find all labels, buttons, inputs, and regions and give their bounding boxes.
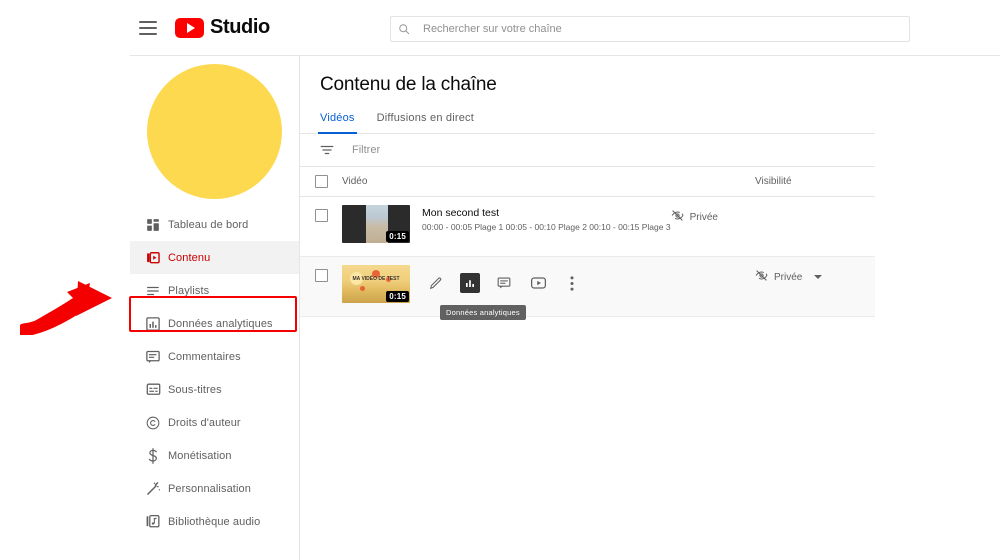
tab-label: Vidéos bbox=[320, 112, 355, 124]
video-title[interactable]: Mon second test bbox=[422, 207, 671, 219]
thumbnail-image bbox=[366, 205, 388, 243]
tab-videos[interactable]: Vidéos bbox=[318, 112, 357, 134]
tab-label: Diffusions en direct bbox=[376, 112, 474, 124]
sidebar-item-monetisation[interactable]: Monétisation bbox=[130, 439, 299, 472]
sidebar-item-playlists[interactable]: Playlists bbox=[130, 274, 299, 307]
pencil-edit-icon[interactable] bbox=[426, 273, 446, 293]
select-all-checkbox[interactable] bbox=[314, 175, 328, 188]
sidebar-item-label: Tableau de bord bbox=[168, 218, 249, 231]
sidebar-item-tableau-de-bord[interactable]: Tableau de bord bbox=[130, 208, 299, 241]
youtube-studio-window: Studio Tablea bbox=[0, 0, 1000, 560]
column-header-video: Vidéo bbox=[342, 176, 368, 187]
youtube-play-icon[interactable] bbox=[528, 273, 548, 293]
select-all-cell[interactable] bbox=[300, 175, 342, 188]
video-thumbnail[interactable]: MA VIDÉO DE TEST 0:15 bbox=[342, 265, 410, 303]
row-action-buttons bbox=[426, 265, 582, 293]
brand-text: Studio bbox=[210, 16, 270, 38]
sidebar-item-label: Bibliothèque audio bbox=[168, 515, 261, 528]
magic-wand-customization-icon bbox=[138, 481, 168, 496]
eye-off-private-icon bbox=[671, 209, 684, 225]
video-description: 00:00 - 00:05 Plage 1 00:05 - 00:10 Plag… bbox=[422, 222, 671, 232]
sidebar-item-label: Commentaires bbox=[168, 350, 241, 363]
row-select-cell[interactable] bbox=[300, 265, 342, 282]
search-icon bbox=[391, 23, 417, 35]
table-row[interactable]: 0:15 Mon second test 00:00 - 00:05 Plage… bbox=[300, 197, 875, 257]
more-vertical-icon[interactable] bbox=[562, 273, 582, 293]
filter-icon bbox=[320, 142, 336, 158]
video-duration: 0:15 bbox=[386, 231, 409, 242]
content-tabs: Vidéos Diffusions en direct bbox=[300, 112, 875, 134]
video-thumbnail[interactable]: 0:15 bbox=[342, 205, 410, 243]
video-meta: Mon second test 00:00 - 00:05 Plage 1 00… bbox=[422, 205, 671, 233]
sidebar: Tableau de bord Contenu Playlists Donnée… bbox=[130, 56, 300, 560]
audio-library-icon bbox=[138, 514, 168, 529]
content-videos-icon bbox=[138, 251, 168, 265]
video-duration: 0:15 bbox=[386, 291, 409, 302]
thumbnail-overlay-text: MA VIDÉO DE TEST bbox=[352, 276, 400, 282]
avatar[interactable] bbox=[147, 63, 282, 199]
youtube-logo-icon bbox=[175, 17, 204, 38]
comments-icon[interactable] bbox=[494, 273, 514, 293]
studio-brand[interactable]: Studio bbox=[175, 16, 270, 39]
search-bar[interactable] bbox=[390, 16, 910, 42]
thumbnail-image bbox=[360, 286, 365, 291]
sidebar-item-sous-titres[interactable]: Sous-titres bbox=[130, 373, 299, 406]
sidebar-item-droits-d-auteur[interactable]: Droits d'auteur bbox=[130, 406, 299, 439]
analytics-bar-chart-icon bbox=[138, 316, 168, 331]
dashboard-icon bbox=[138, 218, 168, 232]
sidebar-item-label: Sous-titres bbox=[168, 383, 222, 396]
filter-placeholder: Filtrer bbox=[352, 144, 381, 156]
channel-avatar-wrap bbox=[130, 56, 299, 206]
sidebar-item-label: Droits d'auteur bbox=[168, 416, 241, 429]
sidebar-item-commentaires[interactable]: Commentaires bbox=[130, 340, 299, 373]
visibility-label: Privée bbox=[774, 271, 803, 283]
sidebar-item-label: Contenu bbox=[168, 251, 211, 264]
table-row[interactable]: MA VIDÉO DE TEST 0:15 Données analytique… bbox=[300, 257, 875, 320]
analytics-bar-chart-icon[interactable] bbox=[460, 273, 480, 293]
sidebar-item-label: Monétisation bbox=[168, 449, 232, 462]
visibility-label: Privée bbox=[689, 211, 718, 223]
tab-diffusions-en-direct[interactable]: Diffusions en direct bbox=[377, 112, 474, 133]
main-content: Contenu de la chaîne Vidéos Diffusions e… bbox=[300, 56, 1000, 560]
playlists-icon bbox=[138, 284, 168, 298]
sidebar-item-label: Données analytiques bbox=[168, 317, 273, 330]
sidebar-item-label: Personnalisation bbox=[168, 482, 251, 495]
sidebar-nav: Tableau de bord Contenu Playlists Donnée… bbox=[130, 206, 299, 538]
chevron-down-icon[interactable] bbox=[814, 275, 823, 279]
visibility-cell[interactable]: Privée bbox=[671, 205, 791, 225]
hamburger-menu-icon[interactable] bbox=[139, 20, 157, 35]
sidebar-item-donnees-analytiques[interactable]: Données analytiques bbox=[130, 307, 299, 340]
eye-off-private-icon bbox=[755, 269, 768, 285]
row-checkbox[interactable] bbox=[314, 209, 328, 222]
subtitles-icon bbox=[138, 383, 168, 396]
dollar-monetization-icon bbox=[138, 447, 168, 464]
comments-icon bbox=[138, 350, 168, 364]
search-input[interactable] bbox=[417, 23, 909, 35]
filter-bar[interactable]: Filtrer bbox=[300, 134, 875, 167]
copyright-icon bbox=[138, 416, 168, 430]
sidebar-item-bibliotheque-audio[interactable]: Bibliothèque audio bbox=[130, 505, 299, 538]
videos-table: Vidéo Visibilité 0:15 Mon second test 00… bbox=[300, 167, 875, 320]
tooltip-donnees-analytiques: Données analytiques bbox=[440, 305, 526, 320]
row-select-cell[interactable] bbox=[300, 205, 342, 222]
sidebar-item-label: Playlists bbox=[168, 284, 210, 297]
visibility-cell[interactable]: Privée bbox=[755, 265, 875, 285]
row-checkbox[interactable] bbox=[314, 269, 328, 282]
sidebar-item-contenu[interactable]: Contenu bbox=[130, 241, 299, 274]
page-title: Contenu de la chaîne bbox=[320, 74, 497, 95]
red-curved-arrow-icon bbox=[20, 281, 112, 335]
table-header-row: Vidéo Visibilité bbox=[300, 167, 875, 197]
sidebar-item-personnalisation[interactable]: Personnalisation bbox=[130, 472, 299, 505]
column-header-visibility: Visibilité bbox=[755, 176, 792, 187]
